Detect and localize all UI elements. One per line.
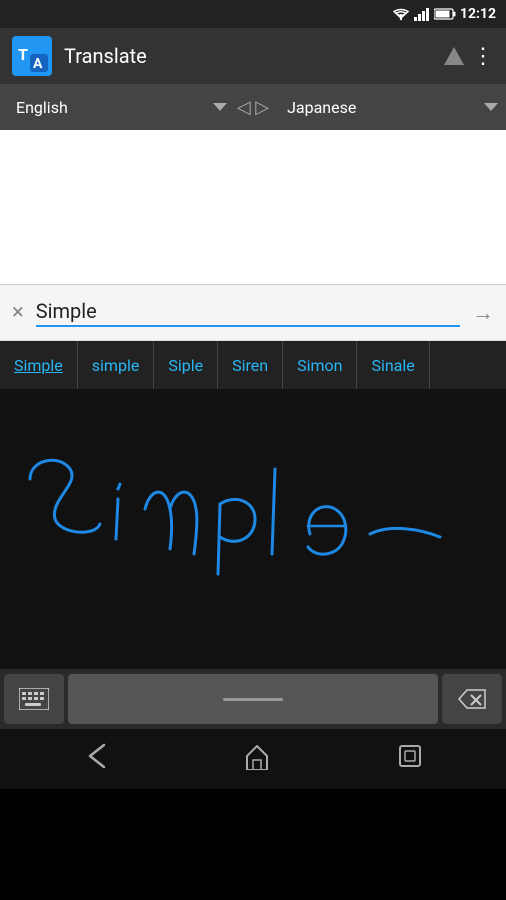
- target-language[interactable]: Japanese: [279, 98, 480, 117]
- suggestion-item-4[interactable]: Simon: [283, 341, 357, 389]
- suggestion-item-2[interactable]: Siple: [154, 341, 218, 389]
- wifi-icon: [392, 7, 410, 21]
- svg-text:T: T: [18, 45, 28, 64]
- translate-go-button[interactable]: →: [472, 300, 494, 326]
- backspace-icon: [457, 688, 487, 710]
- status-icons: 12:12: [392, 6, 496, 22]
- delete-button[interactable]: [442, 674, 502, 724]
- language-swap-button[interactable]: ◁ ▷: [227, 97, 279, 118]
- source-lang-dropdown-icon[interactable]: [213, 103, 227, 111]
- language-bar: English ◁ ▷ Japanese: [0, 84, 506, 130]
- handwriting-svg: [0, 389, 506, 669]
- app-title: Translate: [64, 44, 444, 68]
- keyboard-bottom-bar: [0, 669, 506, 729]
- input-area: × Simple →: [0, 285, 506, 341]
- keyboard-switch-button[interactable]: [4, 674, 64, 724]
- suggestions-bar: Simple simple Siple Siren Simon Sinale: [0, 341, 506, 389]
- battery-icon: [434, 8, 456, 20]
- status-time: 12:12: [460, 6, 496, 22]
- clear-input-button[interactable]: ×: [12, 300, 24, 325]
- target-lang-dropdown-icon[interactable]: [484, 103, 498, 111]
- translation-output-area: [0, 130, 506, 285]
- svg-text:A: A: [33, 56, 43, 72]
- home-icon: [243, 742, 271, 770]
- space-bar-area[interactable]: [68, 674, 438, 724]
- source-language[interactable]: English: [8, 98, 209, 117]
- recents-icon: [398, 744, 422, 768]
- handwriting-canvas[interactable]: [0, 389, 506, 669]
- navigation-bar: [0, 729, 506, 789]
- suggestion-item-0[interactable]: Simple: [0, 341, 78, 389]
- keyboard-icon: [19, 688, 49, 710]
- status-bar: 12:12: [0, 0, 506, 28]
- suggestion-item-1[interactable]: simple: [78, 341, 155, 389]
- app-bar: T A Translate ⋮: [0, 28, 506, 84]
- suggestion-item-5[interactable]: Sinale: [357, 341, 429, 389]
- signal-icon: [414, 7, 430, 21]
- nav-back-button[interactable]: [64, 735, 136, 784]
- app-icon: T A: [12, 36, 52, 76]
- nav-home-button[interactable]: [223, 734, 291, 785]
- input-text-display[interactable]: Simple: [36, 299, 460, 327]
- space-bar-indicator: [223, 698, 283, 701]
- suggestion-item-3[interactable]: Siren: [218, 341, 283, 389]
- signal-decoration: [444, 47, 464, 65]
- overflow-menu-button[interactable]: ⋮: [472, 44, 494, 69]
- back-icon: [84, 743, 116, 769]
- nav-recents-button[interactable]: [378, 736, 442, 783]
